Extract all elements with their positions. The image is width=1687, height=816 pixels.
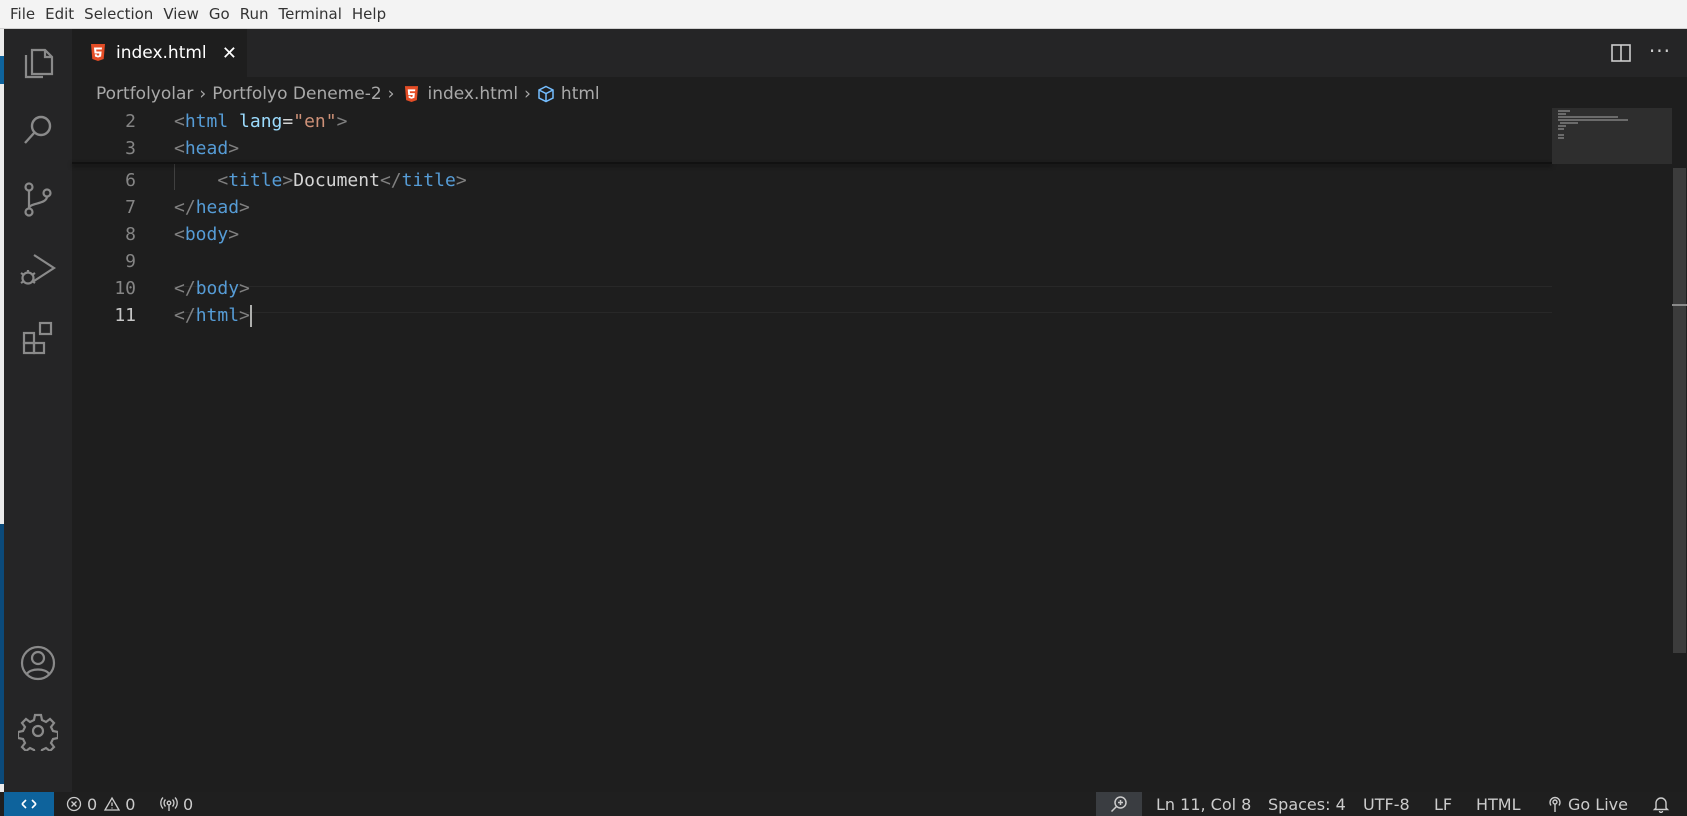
code-line[interactable]: 6 <title>Document</title> xyxy=(72,167,1552,194)
line-number: 3 xyxy=(125,138,136,159)
minimap[interactable] xyxy=(1552,108,1672,164)
menu-file[interactable]: File xyxy=(0,5,40,23)
line-number: 9 xyxy=(125,251,136,272)
line-number: 7 xyxy=(125,197,136,218)
tab-index-html[interactable]: index.html ✕ xyxy=(72,29,247,77)
breadcrumb-item-index-html[interactable]: index.html xyxy=(427,84,518,104)
explorer-icon[interactable] xyxy=(18,41,58,81)
menu-bar: File Edit Selection View Go Run Terminal… xyxy=(0,0,1687,29)
breadcrumb-separator: › xyxy=(524,84,531,104)
code-line[interactable]: 7 </head> xyxy=(72,194,1552,221)
extensions-icon[interactable] xyxy=(18,317,58,357)
problems-indicator[interactable]: 0 0 xyxy=(66,792,135,816)
html5-icon xyxy=(405,85,419,102)
breadcrumb-item-portfolyo-deneme-2[interactable]: Portfolyo Deneme-2 xyxy=(212,84,381,104)
breadcrumb-separator: › xyxy=(387,84,395,104)
code-text: <body> xyxy=(174,224,240,245)
text-cursor xyxy=(249,305,252,327)
code-text: <html lang="en"> xyxy=(174,111,348,132)
menu-go[interactable]: Go xyxy=(204,5,235,23)
breadcrumb-separator: › xyxy=(199,84,207,104)
code-line[interactable]: 9 xyxy=(72,248,1552,275)
cursor-position[interactable]: Ln 11, Col 8 xyxy=(1156,792,1251,816)
more-actions-icon[interactable]: ··· xyxy=(1649,39,1671,63)
activity-bar xyxy=(4,29,72,792)
split-editor-icon[interactable] xyxy=(1611,43,1631,67)
code-line[interactable]: 11 </html> xyxy=(72,302,1552,329)
vertical-scrollbar[interactable] xyxy=(1672,108,1687,792)
notifications-icon[interactable] xyxy=(1652,792,1670,816)
breadcrumb-item-portfolyolar[interactable]: Portfolyolar xyxy=(96,84,193,104)
code-line[interactable]: 8 <body> xyxy=(72,221,1552,248)
go-live-button[interactable]: Go Live xyxy=(1546,792,1628,816)
remote-indicator[interactable] xyxy=(4,792,54,816)
editor-tab-bar: index.html ✕ ··· xyxy=(72,29,1687,77)
line-number: 8 xyxy=(125,224,136,245)
menu-selection[interactable]: Selection xyxy=(79,5,158,23)
line-number: 2 xyxy=(125,111,136,132)
line-number: 11 xyxy=(114,305,136,326)
go-live-label: Go Live xyxy=(1568,794,1628,814)
broadcast-icon xyxy=(1549,796,1561,812)
code-text: <title>Document</title> xyxy=(217,170,467,191)
code-text: </head> xyxy=(174,197,250,218)
remote-icon xyxy=(21,799,37,809)
sticky-scroll-divider xyxy=(72,162,1552,164)
code-text: </body> xyxy=(174,278,250,299)
menu-run[interactable]: Run xyxy=(235,5,274,23)
encoding-status[interactable]: UTF-8 xyxy=(1363,792,1410,816)
menu-view[interactable]: View xyxy=(158,5,204,23)
error-count: 0 xyxy=(87,794,98,814)
warning-icon xyxy=(104,796,121,811)
html5-icon xyxy=(91,44,105,61)
menu-terminal[interactable]: Terminal xyxy=(274,5,347,23)
zoom-indicator[interactable] xyxy=(1096,792,1142,816)
indentation-status[interactable]: Spaces: 4 xyxy=(1268,792,1346,816)
broadcast-icon xyxy=(160,797,178,811)
eol-status[interactable]: LF xyxy=(1434,792,1452,816)
close-icon[interactable]: ✕ xyxy=(222,43,237,64)
scrollbar-thumb[interactable] xyxy=(1673,168,1686,653)
code-text: <head> xyxy=(174,138,240,159)
line-number: 10 xyxy=(114,278,136,299)
account-icon[interactable] xyxy=(18,643,58,683)
breadcrumb: Portfolyolar › Portfolyo Deneme-2 › inde… xyxy=(96,80,600,108)
status-bar: 0 0 0 Ln 11, Col 8 Spaces: 4 UTF-8 LF HT… xyxy=(0,792,1687,816)
warning-count: 0 xyxy=(125,794,136,814)
ports-indicator[interactable]: 0 xyxy=(160,792,193,816)
scrollbar-cursor-marker xyxy=(1672,304,1687,306)
code-line[interactable]: 3 <head> xyxy=(72,135,1552,162)
search-icon[interactable] xyxy=(18,110,58,150)
code-editor[interactable]: 2 <html lang="en"> 3 <head> 6 <title>Documen… xyxy=(72,108,1552,792)
error-icon xyxy=(66,796,82,812)
language-mode[interactable]: HTML xyxy=(1476,792,1521,816)
ports-count: 0 xyxy=(183,794,194,814)
menu-help[interactable]: Help xyxy=(347,5,391,23)
code-line[interactable]: 2 <html lang="en"> xyxy=(72,108,1552,135)
code-text: </html> xyxy=(174,305,250,326)
tab-label: index.html xyxy=(116,43,207,63)
run-debug-icon[interactable] xyxy=(18,249,58,289)
breadcrumb-item-html[interactable]: html xyxy=(561,84,600,104)
source-control-icon[interactable] xyxy=(18,179,58,219)
code-line[interactable]: 10 </body> xyxy=(72,275,1552,302)
settings-gear-icon[interactable] xyxy=(16,711,60,757)
symbol-element-icon xyxy=(538,85,554,103)
menu-edit[interactable]: Edit xyxy=(40,5,79,23)
line-number: 6 xyxy=(125,170,136,191)
zoom-in-icon xyxy=(1110,796,1127,813)
